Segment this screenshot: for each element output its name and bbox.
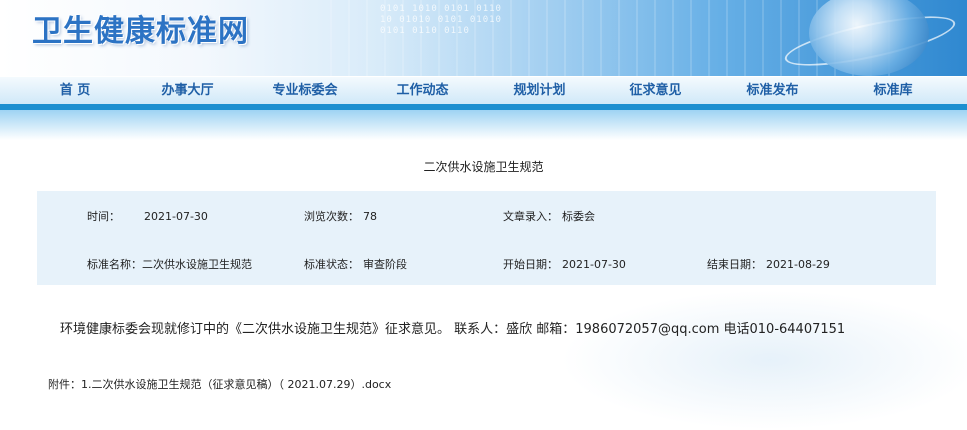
info-standard-status-label: 标准状态： <box>304 258 359 271</box>
info-entry-label: 文章录入： <box>503 210 558 223</box>
article-info-box: 时间： 2021-07-30 浏览次数： 78 文章录入： 标委会 标准名称：二次供水… <box>37 191 936 285</box>
info-views-label: 浏览次数： <box>304 210 359 223</box>
info-standard-name-label: 标准名称： <box>87 258 142 271</box>
banner-binary-graphic: 0101 1010 0101 0110 10 01010 0101 01010 … <box>380 4 502 36</box>
info-entry-value: 标委会 <box>562 210 595 223</box>
nav-item-solicit-comments[interactable]: 征求意见 <box>613 77 698 105</box>
info-time-label: 时间： <box>87 210 120 223</box>
info-standard-name-value: 二次供水设施卫生规范 <box>142 258 252 271</box>
nav-item-service-hall[interactable]: 办事大厅 <box>145 77 230 105</box>
nav-item-standard-release[interactable]: 标准发布 <box>730 77 815 105</box>
info-start-date: 开始日期： 2021-07-30 <box>503 256 626 272</box>
info-views: 浏览次数： 78 <box>304 208 377 224</box>
nav-item-standard-library[interactable]: 标准库 <box>853 77 933 105</box>
site-logo-title[interactable]: 卫生健康标准网 <box>32 6 249 50</box>
nav-gradient <box>0 110 967 140</box>
info-standard-name: 标准名称：二次供水设施卫生规范 <box>87 256 252 272</box>
attachment-label: 附件： <box>48 378 81 391</box>
info-standard-status-value: 审查阶段 <box>363 258 407 271</box>
info-entry: 文章录入： 标委会 <box>503 208 595 224</box>
info-time-value: 2021-07-30 <box>144 210 208 223</box>
attachment-line: 附件：1.二次供水设施卫生规范（征求意见稿）（ 2021.07.29）.docx <box>48 376 391 392</box>
info-standard-status: 标准状态： 审查阶段 <box>304 256 407 272</box>
info-views-value: 78 <box>363 210 377 223</box>
info-start-date-value: 2021-07-30 <box>562 258 626 271</box>
background-decoration <box>560 290 967 430</box>
info-end-date: 结束日期： 2021-08-29 <box>707 256 830 272</box>
article-title: 二次供水设施卫生规范 <box>423 160 544 174</box>
info-end-date-label: 结束日期： <box>707 258 762 271</box>
attachment-file-link[interactable]: 1.二次供水设施卫生规范（征求意见稿）（ 2021.07.29）.docx <box>81 378 391 391</box>
nav-item-plans[interactable]: 规划计划 <box>497 77 582 105</box>
info-time: 时间： 2021-07-30 <box>87 208 208 224</box>
nav-item-committee[interactable]: 专业标委会 <box>260 77 350 105</box>
nav-item-work-news[interactable]: 工作动态 <box>380 77 465 105</box>
article-body: 环境健康标委会现就修订中的《二次供水设施卫生规范》征求意见。 联系人：盛欣 邮箱… <box>60 322 846 337</box>
nav-item-home[interactable]: 首 页 <box>40 77 110 105</box>
site-banner: 0101 1010 0101 0110 10 01010 0101 01010 … <box>0 0 967 76</box>
info-end-date-value: 2021-08-29 <box>766 258 830 271</box>
info-start-date-label: 开始日期： <box>503 258 558 271</box>
main-nav: 首 页 办事大厅 专业标委会 工作动态 规划计划 征求意见 标准发布 标准库 <box>0 76 967 105</box>
